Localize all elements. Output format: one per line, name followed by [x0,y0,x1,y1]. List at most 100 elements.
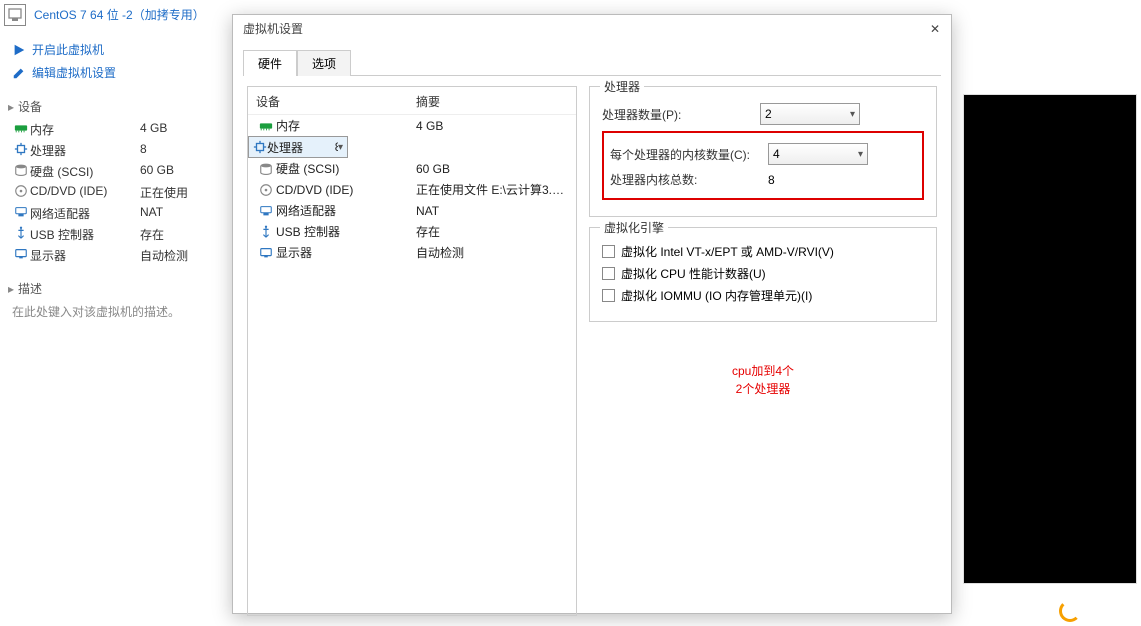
total-cores-value: 8 [768,173,775,187]
mem-icon [256,119,276,133]
vm-preview-thumbnail [963,94,1137,584]
cores-label: 每个处理器的内核数量(C): [610,146,760,163]
device-row[interactable]: 网络适配器NAT [8,203,222,224]
hardware-summary: 正在使用文件 E:\云计算3.0\Lin... [416,181,566,198]
hardware-name: CD/DVD (IDE) [276,183,416,197]
col-device: 设备 [256,93,416,110]
hardware-summary: 8 [335,140,338,154]
device-value: 60 GB [140,163,174,180]
device-value: 存在 [140,226,164,243]
cores-highlight: 每个处理器的内核数量(C): 4 处理器内核总数: 8 [602,131,924,200]
cd-icon [12,184,30,201]
edit-vm-action[interactable]: 编辑虚拟机设置 [8,61,222,84]
vm-name: CentOS 7 64 位 -2（加拷专用） [34,8,205,22]
disk-icon [12,163,30,180]
usb-icon [12,226,30,243]
hardware-summary: NAT [416,204,439,218]
device-row[interactable]: 内存4 GB [8,119,222,140]
cpu-icon [253,140,267,154]
description-section-header[interactable]: 描述 [8,280,222,297]
checkbox-icon [602,289,615,302]
tab-options[interactable]: 选项 [297,50,351,76]
hardware-row[interactable]: 网络适配器NAT [248,200,576,221]
hardware-row[interactable]: 硬盘 (SCSI)60 GB [248,158,576,179]
device-value: 自动检测 [140,247,188,264]
checkbox-icon [602,267,615,280]
net-icon [256,204,276,218]
edit-icon [12,66,26,80]
device-name: 硬盘 (SCSI) [30,163,140,180]
processors-label: 处理器数量(P): [602,106,752,123]
cores-select[interactable]: 4 [768,143,868,165]
disp-icon [12,247,30,264]
virtualization-group: 虚拟化引擎 虚拟化 Intel VT-x/EPT 或 AMD-V/RVI(V) … [589,227,937,322]
device-name: USB 控制器 [30,226,140,243]
start-vm-label: 开启此虚拟机 [32,41,104,58]
hardware-row[interactable]: USB 控制器存在 [248,221,576,242]
hardware-name: 显示器 [276,244,416,261]
description-placeholder[interactable]: 在此处键入对该虚拟机的描述。 [8,301,222,322]
device-value: 正在使用 [140,184,188,201]
annotation-text: cpu加到4个 2个处理器 [589,362,937,398]
play-icon [12,43,26,57]
hardware-list-header: 设备 摘要 [248,91,576,115]
processor-group-title: 处理器 [600,78,644,95]
watermark: 创新互联 [1059,600,1135,622]
dialog-title: 虚拟机设置 [233,15,951,43]
col-summary: 摘要 [416,93,440,110]
device-row[interactable]: CD/DVD (IDE)正在使用 [8,182,222,203]
device-name: CD/DVD (IDE) [30,184,140,201]
vtx-checkbox[interactable]: 虚拟化 Intel VT-x/EPT 或 AMD-V/RVI(V) [602,243,924,260]
hardware-summary: 4 GB [416,119,443,133]
hardware-row[interactable]: CD/DVD (IDE)正在使用文件 E:\云计算3.0\Lin... [248,179,576,200]
watermark-logo-icon [1059,600,1081,622]
device-name: 网络适配器 [30,205,140,222]
usb-icon [256,225,276,239]
iommu-checkbox[interactable]: 虚拟化 IOMMU (IO 内存管理单元)(I) [602,287,924,304]
mem-icon [12,121,30,138]
hardware-name: USB 控制器 [276,223,416,240]
cd-icon [256,183,276,197]
vm-summary-panel: 开启此虚拟机 编辑虚拟机设置 设备 内存4 GB处理器8硬盘 (SCSI)60 … [0,34,230,326]
edit-vm-label: 编辑虚拟机设置 [32,64,116,81]
hardware-name: 硬盘 (SCSI) [276,160,416,177]
disk-icon [256,162,276,176]
disp-icon [256,246,276,260]
device-name: 显示器 [30,247,140,264]
cpu-icon [12,142,30,159]
device-name: 内存 [30,121,140,138]
processors-select[interactable]: 2 [760,103,860,125]
tab-hardware[interactable]: 硬件 [243,50,297,76]
vm-settings-dialog: 虚拟机设置 ✕ 硬件 选项 设备 摘要 内存4 GB处理器8硬盘 (SCSI)6… [232,14,952,614]
device-value: 8 [140,142,147,159]
hardware-summary: 60 GB [416,162,450,176]
hardware-summary: 存在 [416,223,440,240]
hardware-list: 设备 摘要 内存4 GB处理器8硬盘 (SCSI)60 GBCD/DVD (ID… [247,86,577,616]
perf-counter-checkbox[interactable]: 虚拟化 CPU 性能计数器(U) [602,265,924,282]
net-icon [12,205,30,222]
device-row[interactable]: 处理器8 [8,140,222,161]
device-value: 4 GB [140,121,167,138]
hardware-name: 网络适配器 [276,202,416,219]
hardware-detail-pane: 处理器 处理器数量(P): 2 每个处理器的内核数量(C): 4 处理器内核总数… [589,86,937,616]
dialog-tabs: 硬件 选项 [243,49,941,76]
device-value: NAT [140,205,163,222]
virt-group-title: 虚拟化引擎 [600,219,668,236]
hardware-row[interactable]: 显示器自动检测 [248,242,576,263]
hardware-row[interactable]: 内存4 GB [248,115,576,136]
vm-icon [4,4,26,26]
close-button[interactable]: ✕ [925,19,945,39]
device-name: 处理器 [30,142,140,159]
device-row[interactable]: 硬盘 (SCSI)60 GB [8,161,222,182]
devices-section-header[interactable]: 设备 [8,98,222,115]
device-row[interactable]: USB 控制器存在 [8,224,222,245]
total-cores-label: 处理器内核总数: [610,171,760,188]
device-row[interactable]: 显示器自动检测 [8,245,222,266]
hardware-name: 内存 [276,117,416,134]
hardware-name: 处理器 [267,139,335,156]
hardware-row[interactable]: 处理器8 [248,136,348,158]
checkbox-icon [602,245,615,258]
start-vm-action[interactable]: 开启此虚拟机 [8,38,222,61]
hardware-summary: 自动检测 [416,244,464,261]
processor-group: 处理器 处理器数量(P): 2 每个处理器的内核数量(C): 4 处理器内核总数… [589,86,937,217]
